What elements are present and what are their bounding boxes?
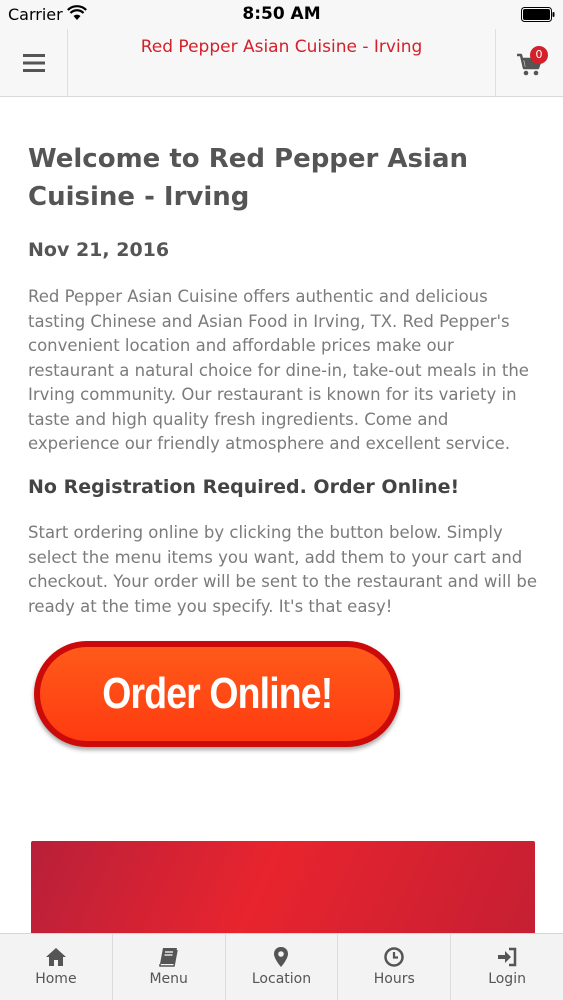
cart-count-badge: 0 xyxy=(530,46,548,64)
tab-hours-label: Hours xyxy=(373,971,415,987)
app-header: Red Pepper Asian Cuisine - Irving 0 xyxy=(0,29,563,97)
hamburger-menu-button[interactable] xyxy=(0,29,68,96)
page-title: Welcome to Red Pepper Asian Cuisine - Ir… xyxy=(28,144,468,212)
order-online-button-face: Order Online! xyxy=(40,647,394,741)
home-icon xyxy=(45,948,66,966)
promo-banner xyxy=(31,841,535,933)
map-pin-icon xyxy=(274,947,289,967)
hamburger-icon xyxy=(22,53,45,72)
order-subheading: No Registration Required. Order Online! xyxy=(28,476,460,498)
tab-menu[interactable]: Menu xyxy=(113,934,226,1000)
clock: 8:50 AM xyxy=(242,4,321,24)
tab-login[interactable]: Login xyxy=(451,934,563,1000)
cart-button[interactable]: 0 xyxy=(495,29,563,96)
book-icon xyxy=(158,948,178,967)
login-icon xyxy=(498,947,517,967)
order-online-label: Order Online! xyxy=(101,669,333,718)
main-content[interactable]: Welcome to Red Pepper Asian Cuisine - Ir… xyxy=(0,97,563,933)
battery-icon xyxy=(521,7,555,22)
tab-hours[interactable]: Hours xyxy=(338,934,452,1000)
bottom-tab-bar: Home Menu Location Hours Login xyxy=(0,933,563,1000)
post-date: Nov 21, 2016 xyxy=(28,239,170,261)
order-instructions: Start ordering online by clicking the bu… xyxy=(28,523,538,616)
clock-icon xyxy=(384,947,405,967)
tab-menu-label: Menu xyxy=(149,971,188,987)
intro-paragraph: Red Pepper Asian Cuisine offers authenti… xyxy=(28,287,529,453)
header-title: Red Pepper Asian Cuisine - Irving xyxy=(140,37,423,57)
order-online-button[interactable]: Order Online! xyxy=(34,641,400,747)
status-bar: Carrier 8:50 AM xyxy=(0,0,563,29)
tab-home[interactable]: Home xyxy=(0,934,113,1000)
tab-home-label: Home xyxy=(35,971,77,987)
tab-location[interactable]: Location xyxy=(226,934,339,1000)
tab-login-label: Login xyxy=(488,971,526,987)
tab-location-label: Location xyxy=(251,971,312,987)
